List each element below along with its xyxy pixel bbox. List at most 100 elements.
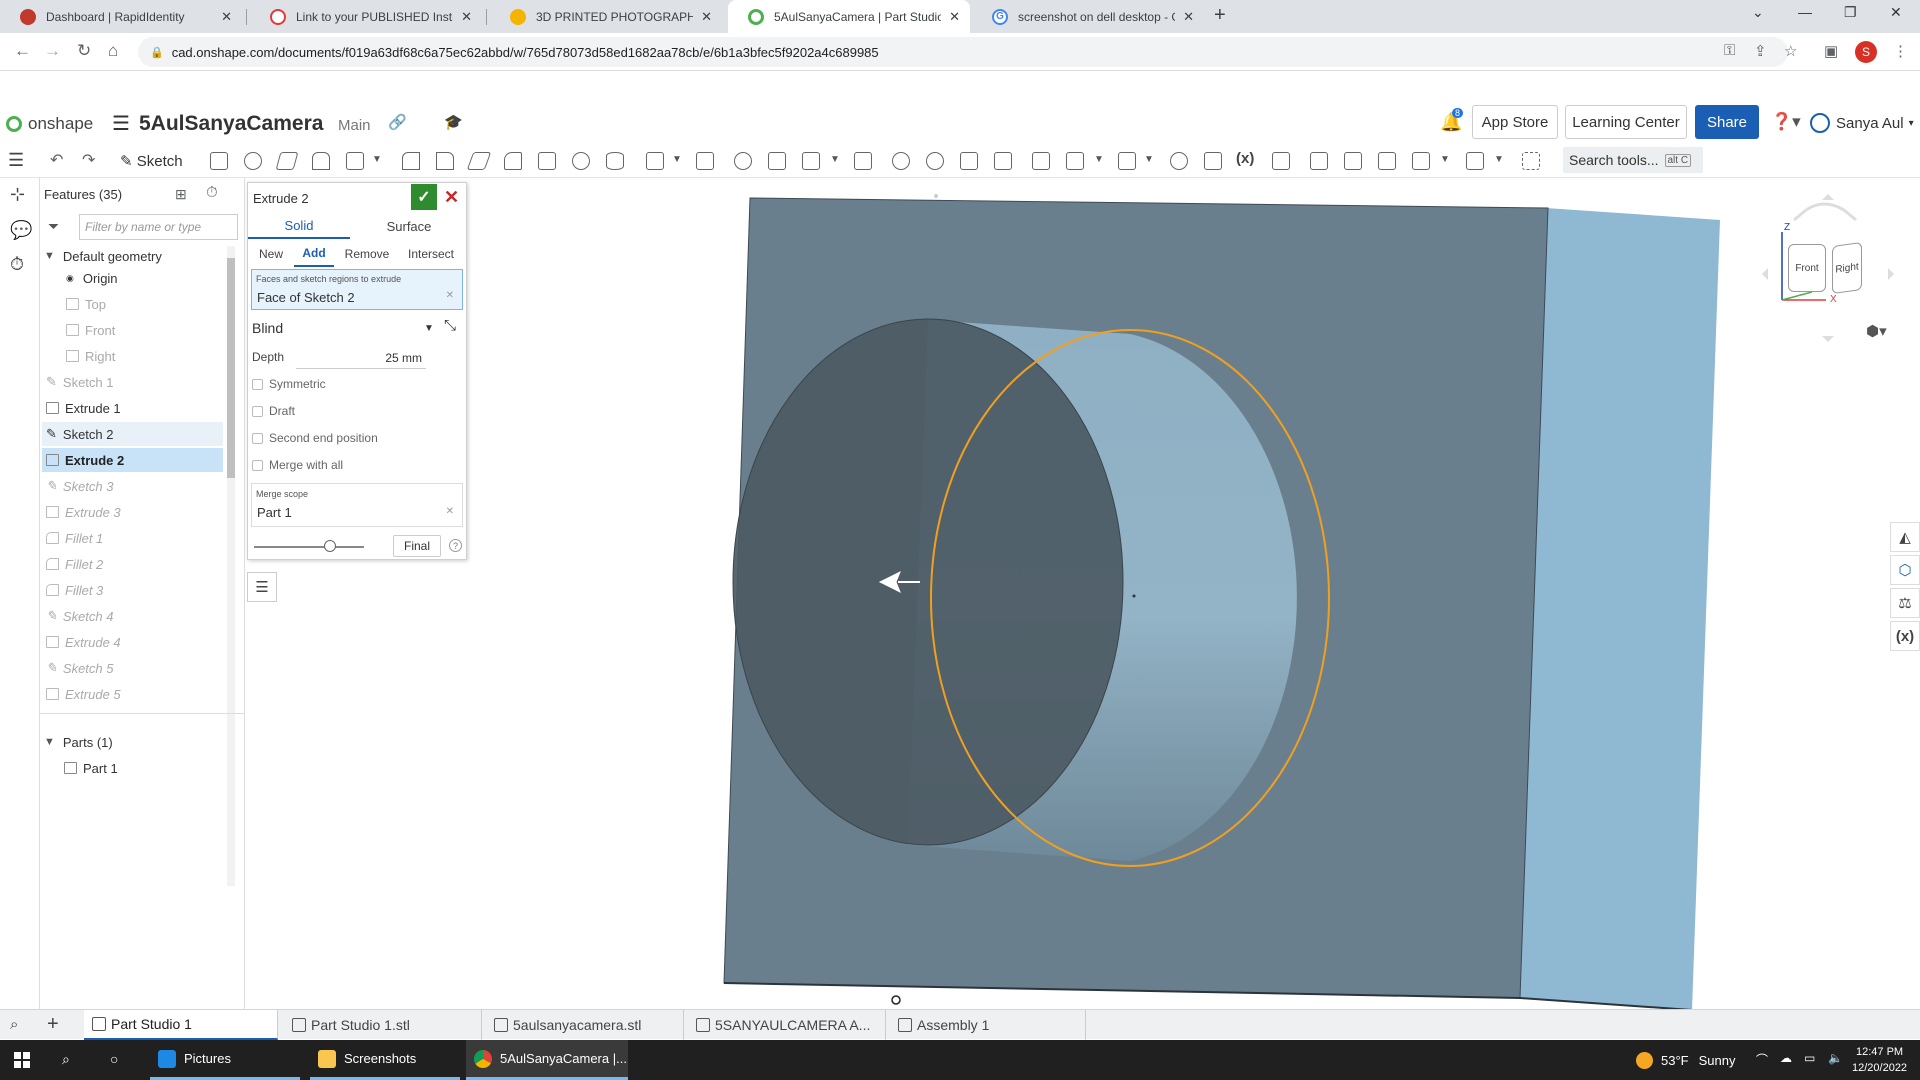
box-side-face[interactable] [1520, 208, 1720, 1009]
final-button[interactable]: Final [393, 535, 441, 557]
battery-icon[interactable]: ▭ [1804, 1051, 1815, 1065]
clear-selection-icon[interactable]: ✕ [446, 290, 454, 301]
chamfer-icon[interactable] [436, 152, 454, 170]
sketch-button[interactable]: ✎ Sketch [120, 152, 183, 170]
end-type-select[interactable]: Blind [252, 320, 283, 336]
depth-input[interactable]: 25 mm [296, 347, 426, 369]
view-cube-front[interactable]: Front [1788, 244, 1826, 292]
taskbar-app-pictures[interactable]: Pictures [150, 1040, 300, 1080]
close-window-icon[interactable]: ✕ [1890, 4, 1902, 21]
chrome-menu-icon[interactable]: ⋮ [1893, 42, 1908, 60]
onshape-logo[interactable]: onshape [6, 114, 93, 134]
volume-icon[interactable]: 🔈 [1828, 1051, 1843, 1065]
mass-properties-icon[interactable]: ⚖ [1890, 588, 1920, 618]
history-icon[interactable]: ⏱ [10, 254, 24, 275]
feature-list-icon[interactable]: ☰ [8, 150, 24, 171]
filter-icon[interactable]: ⏷ [48, 218, 59, 235]
key-icon[interactable]: ⚿ [1724, 42, 1735, 59]
merge-all-checkbox[interactable]: Merge with all [252, 456, 343, 474]
mate-connector-icon[interactable] [1066, 152, 1084, 170]
document-name[interactable]: 5AulSanyaCamera [139, 112, 323, 136]
weather-widget[interactable]: 53°F Sunny [1636, 1052, 1735, 1069]
graphics-viewport[interactable] [466, 178, 1920, 1009]
minimize-icon[interactable]: — [1798, 4, 1812, 20]
slider-knob[interactable] [324, 540, 336, 552]
cylinder-icon[interactable] [606, 152, 624, 170]
op-remove-button[interactable]: Remove [340, 241, 394, 267]
revolve-icon[interactable] [244, 152, 262, 170]
close-tab-icon[interactable]: ✕ [949, 9, 960, 25]
browser-tab[interactable]: G screenshot on dell desktop - Goo ✕ [972, 0, 1204, 33]
appearance-panel-icon[interactable]: ◭ [1890, 522, 1920, 552]
browser-tab[interactable]: Dashboard | RapidIdentity ✕ [0, 0, 242, 33]
search-icon[interactable]: ⌕ [62, 1051, 70, 1068]
default-geometry-folder[interactable]: ▼ Default geometry [44, 244, 227, 268]
reload-icon[interactable]: ↻ [77, 41, 91, 61]
tab-feature-icon[interactable] [1378, 152, 1396, 170]
tab-manager-icon[interactable]: ⌕ [10, 1016, 18, 1033]
flange-icon[interactable] [1344, 152, 1362, 170]
op-add-button[interactable]: Add [294, 241, 334, 267]
system-clock[interactable]: 12:47 PM 12/20/2022 [1852, 1044, 1907, 1076]
workspace-branch[interactable]: Main [338, 117, 371, 134]
part-item[interactable]: Part 1 [64, 756, 223, 780]
profile-avatar[interactable]: S [1855, 41, 1877, 63]
wrap-icon[interactable] [1204, 152, 1222, 170]
redo-icon[interactable]: ↷ [82, 150, 95, 170]
taskbar-app-screenshots[interactable]: Screenshots [310, 1040, 460, 1080]
feature-item[interactable]: Front [66, 318, 223, 342]
home-icon[interactable]: ⌂ [108, 41, 118, 61]
cortana-icon[interactable]: ○ [110, 1051, 118, 1067]
feature-item[interactable]: Extrude 4 [46, 630, 223, 654]
insert-icon[interactable]: ⊹ [10, 184, 25, 205]
feature-item[interactable]: ✎ Sketch 1 [46, 370, 223, 394]
browser-tab-active[interactable]: 5AulSanyaCamera | Part Studio 1 ✕ [728, 0, 970, 33]
view-cube-right[interactable]: Right [1832, 241, 1862, 295]
cylinder-front-face[interactable] [732, 318, 1124, 846]
delete-part-icon[interactable] [854, 152, 872, 170]
feature-item[interactable]: Fillet 3 [46, 578, 223, 602]
loft-icon[interactable] [312, 152, 330, 170]
search-tools-input[interactable]: Search tools... alt C [1563, 147, 1703, 173]
fillet-icon[interactable] [402, 152, 420, 170]
boolean-icon[interactable] [734, 152, 752, 170]
feature-item[interactable]: ✎ Sketch 3 [46, 474, 223, 498]
feature-item[interactable]: ✎ Sketch 2 [42, 422, 223, 446]
url-input[interactable]: 🔒 cad.onshape.com/documents/f019a63df68c… [138, 37, 1788, 67]
symmetric-checkbox[interactable]: Symmetric [252, 375, 326, 393]
split-icon[interactable] [768, 152, 786, 170]
chevron-down-icon[interactable]: ▼ [372, 154, 382, 165]
sweep-icon[interactable] [275, 152, 299, 170]
cancel-x-icon[interactable]: ✕ [444, 187, 459, 208]
frame-icon[interactable] [1466, 152, 1484, 170]
app-store-button[interactable]: App Store [1472, 105, 1558, 139]
chevron-down-icon[interactable]: ▼ [1494, 154, 1504, 165]
chevron-down-icon[interactable]: ▼ [1094, 154, 1104, 165]
transform-icon[interactable] [802, 152, 820, 170]
browser-tab[interactable]: 3D PRINTED PHOTOGRAPHER TR ✕ [490, 0, 722, 33]
close-tab-icon[interactable]: ✕ [701, 9, 712, 25]
new-tab-icon[interactable]: + [1214, 4, 1226, 27]
feature-item[interactable]: Fillet 1 [46, 526, 223, 550]
op-intersect-button[interactable]: Intersect [400, 241, 462, 267]
rollback-slider[interactable] [254, 546, 364, 548]
feature-item[interactable]: Fillet 2 [46, 552, 223, 576]
delete-face-icon[interactable] [926, 152, 944, 170]
tab-solid[interactable]: Solid [248, 213, 350, 239]
feature-list-toggle-icon[interactable]: ☰ [247, 572, 277, 602]
doc-tab-stl[interactable]: Part Studio 1.stl [284, 1010, 482, 1040]
hamburger-menu-icon[interactable]: ☰ [112, 111, 130, 136]
chevron-down-icon[interactable]: ▼ [1440, 154, 1450, 165]
parts-panel-icon[interactable]: ⬡ [1890, 555, 1920, 585]
feature-item[interactable]: Extrude 5 [46, 682, 223, 706]
plane-icon[interactable] [1032, 152, 1050, 170]
close-tab-icon[interactable]: ✕ [1183, 9, 1194, 25]
doc-tab-stl[interactable]: 5SANYAULCAMERA A... [688, 1010, 886, 1040]
feature-item[interactable]: ◉ Origin [66, 266, 223, 290]
flip-direction-icon[interactable]: ⤡ [444, 317, 456, 334]
doc-tab-part-studio-1[interactable]: Part Studio 1 [84, 1010, 278, 1040]
bookmark-star-icon[interactable]: ☆ [1784, 42, 1797, 60]
curve-icon[interactable] [1170, 152, 1188, 170]
help-icon[interactable]: ? [449, 539, 462, 552]
dialog-title[interactable]: Extrude 2 [253, 191, 309, 206]
